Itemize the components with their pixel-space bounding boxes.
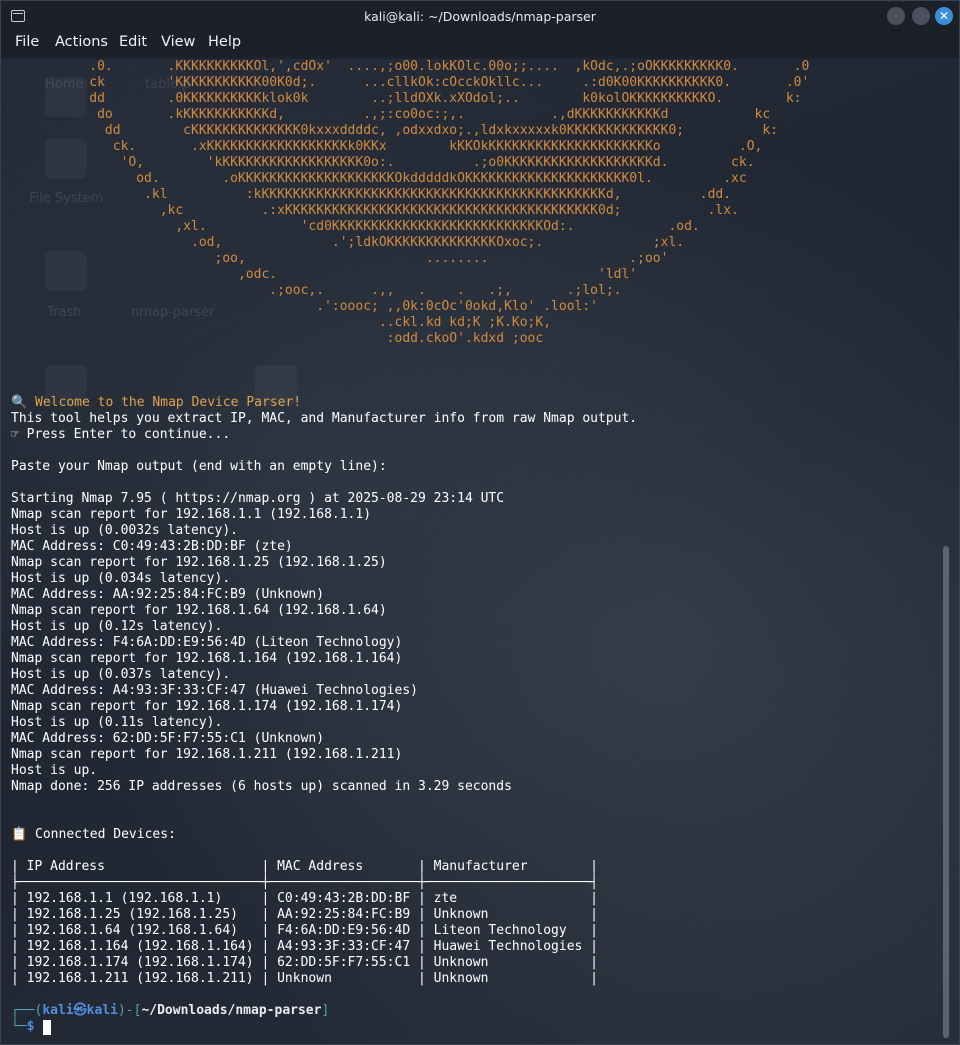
prompt-path: ~/Downloads/nmap-parser [141, 1003, 322, 1018]
prompt-frame: └─ [11, 1019, 27, 1034]
table-row: | 192.168.1.64 (192.168.1.64) | F4:6A:DD… [11, 923, 598, 938]
menu-bar: File Actions Edit View Help [1, 31, 959, 57]
nmap-output-line: Nmap done: 256 IP addresses (6 hosts up)… [11, 779, 512, 794]
title-bar[interactable]: kali@kali: ~/Downloads/nmap-parser ✕ [1, 1, 959, 31]
prompt-frame: )-[ [117, 1003, 142, 1018]
prompt-frame: ] [321, 1003, 330, 1018]
nmap-output-line: Nmap scan report for 192.168.1.25 (192.1… [11, 555, 387, 570]
ascii-art-line: od. .oKKKKKKKKKKKKKKKKKKKKOkdddddkOKKKKK… [11, 171, 747, 186]
nmap-output-line: MAC Address: F4:6A:DD:E9:56:4D (Liteon T… [11, 635, 403, 650]
ascii-art-line: :odd.ckoO'.kdxd ;ooc [11, 331, 544, 346]
ascii-art-line: ,kc .:xKKKKKKKKKKKKKKKKKKKKKKKKKKKKKKKKK… [11, 203, 739, 218]
ascii-art-line: ;oo, ........ .;oo' [11, 251, 669, 266]
nmap-output-line: MAC Address: A4:93:3F:33:CF:47 (Huawei T… [11, 683, 418, 698]
nmap-output-line: Nmap scan report for 192.168.1.64 (192.1… [11, 603, 387, 618]
prompt-frame: ┌──( [11, 1003, 43, 1018]
nmap-output-line: Host is up (0.037s latency). [11, 667, 231, 682]
window-title: kali@kali: ~/Downloads/nmap-parser [364, 9, 596, 24]
ascii-art-line: 'O, 'kKKKKKKKKKKKKKKKKKK0o:. .;o0KKKKKKK… [11, 155, 755, 170]
ascii-art-line: .od, .';ldkOKKKKKKKKKKKKKKOxoc;. ;xl. [11, 235, 685, 250]
ascii-art-line: .;ooc,. .,, . . .;, .;lol;. [11, 283, 622, 298]
table-row: | 192.168.1.164 (192.168.1.164) | A4:93:… [11, 939, 598, 954]
ascii-art-line: do .kKKKKKKKKKKKd, .,;:co0oc:;,. .,dKKKK… [11, 107, 771, 122]
terminal-window: Home table.p File System Trash nmap-pars… [0, 0, 960, 1045]
prompt-symbol: $ [26, 1019, 35, 1034]
ascii-art-line: .kl :kKKKKKKKKKKKKKKKKKKKKKKKKKKKKKKKKKK… [11, 187, 732, 202]
ascii-art-line: .0. .KKKKKKKKKKOl,',cdOx' ....,;o00.lokK… [11, 59, 810, 74]
nmap-output-line: Host is up. [11, 763, 98, 778]
maximize-button[interactable] [912, 7, 930, 25]
nmap-output-line: Nmap scan report for 192.168.1.1 (192.16… [11, 507, 372, 522]
prompt-line: ┌──(kali㉿kali)-[~/Downloads/nmap-parser] [11, 1003, 329, 1019]
table-row: | 192.168.1.211 (192.168.1.211) | Unknow… [11, 971, 598, 986]
description-line: This tool helps you extract IP, MAC, and… [11, 411, 638, 426]
scrollbar[interactable] [943, 546, 949, 1038]
prompt-input-line[interactable]: └─$ [11, 1019, 34, 1035]
ascii-art-line: ,xl. 'cd0KKKKKKKKKKKKKKKKKKKKKKKKKKKOd:.… [11, 219, 700, 234]
menu-view[interactable]: View [161, 34, 195, 50]
ascii-art-line: ck 'KKKKKKKKKKK00K0d;. ...cllkOk:cOcckOk… [11, 75, 810, 90]
minimize-button[interactable] [887, 7, 905, 25]
table-separator: ├───────────────────────────────┼───────… [11, 875, 598, 890]
ascii-art-line: .':oooc; ,,0k:0cOc'0okd,Klo' .lool:' [11, 299, 598, 314]
nmap-output-line: Nmap scan report for 192.168.1.211 (192.… [11, 747, 403, 762]
nmap-output-line: Starting Nmap 7.95 ( https://nmap.org ) … [11, 491, 505, 506]
ascii-art-line: ,odc. 'ldl' [11, 267, 638, 282]
ascii-art-line: ck. .xKKKKKKKKKKKKKKKKKKk0KKx kKKOkKKKKK… [11, 139, 763, 154]
prompt-at: ㉿ [73, 1003, 87, 1018]
text-cursor [43, 1020, 51, 1035]
close-icon: ✕ [938, 9, 950, 23]
nmap-output-line: Nmap scan report for 192.168.1.164 (192.… [11, 651, 403, 666]
ascii-art-line: dd .0KKKKKKKKKKklok0k ..;lldOXk.xXOdol;.… [11, 91, 802, 106]
nmap-output-line: Host is up (0.11s latency). [11, 715, 223, 730]
paste-prompt-line: Paste your Nmap output (end with an empt… [11, 459, 387, 474]
close-button[interactable]: ✕ [935, 7, 953, 25]
table-header-row: | IP Address | MAC Address | Manufacture… [11, 859, 598, 874]
nmap-output-line: MAC Address: AA:92:25:84:FC:B9 (Unknown) [11, 587, 325, 602]
nmap-output-line: Host is up (0.034s latency). [11, 571, 231, 586]
nmap-output-line: Host is up (0.12s latency). [11, 619, 223, 634]
nmap-output-line: Host is up (0.0032s latency). [11, 523, 238, 538]
menu-help[interactable]: Help [208, 34, 241, 50]
nmap-output-line: Nmap scan report for 192.168.1.174 (192.… [11, 699, 403, 714]
ascii-art-line: dd cKKKKKKKKKKKKKK0kxxxddddc, ,odxxdxo;.… [11, 123, 779, 138]
menu-edit[interactable]: Edit [119, 34, 147, 50]
menu-actions[interactable]: Actions [55, 34, 108, 50]
nmap-output-line: MAC Address: 62:DD:5F:F7:55:C1 (Unknown) [11, 731, 325, 746]
nmap-output-line: MAC Address: C0:49:43:2B:DD:BF (zte) [11, 539, 293, 554]
welcome-line: 🔍 Welcome to the Nmap Device Parser! [11, 395, 302, 410]
menu-file[interactable]: File [15, 34, 39, 50]
devices-heading: 📋 Connected Devices: [11, 827, 176, 842]
table-row: | 192.168.1.25 (192.168.1.25) | AA:92:25… [11, 907, 598, 922]
prompt-host: kali [86, 1003, 118, 1018]
prompt-user: kali [42, 1003, 74, 1018]
ascii-art-line: ..ckl.kd kd;K ;K.Ko;K, [11, 315, 552, 330]
table-row: | 192.168.1.1 (192.168.1.1) | C0:49:43:2… [11, 891, 598, 906]
table-row: | 192.168.1.174 (192.168.1.174) | 62:DD:… [11, 955, 598, 970]
continue-line: ☞ Press Enter to continue... [11, 427, 231, 442]
